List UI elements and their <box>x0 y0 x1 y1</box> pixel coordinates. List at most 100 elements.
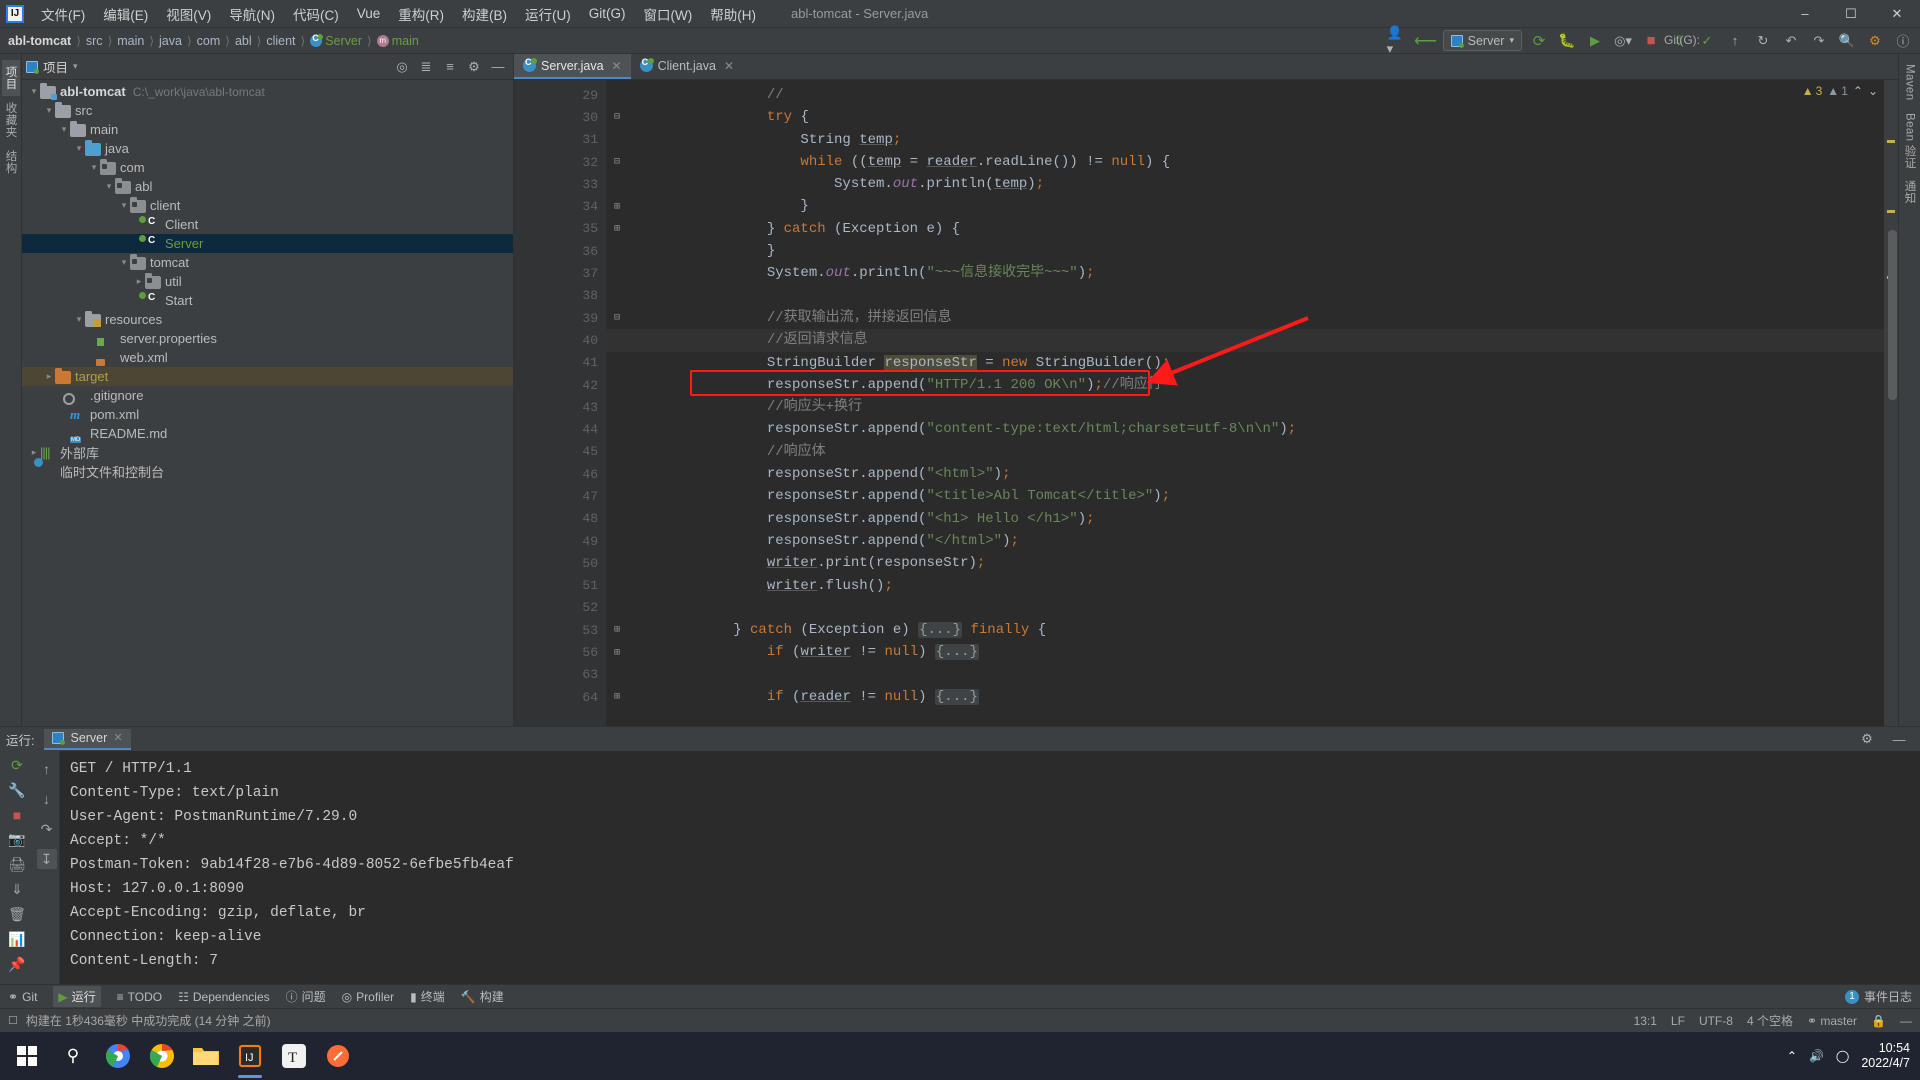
scroll-to-end-icon[interactable]: ↧ <box>36 849 57 869</box>
close-button[interactable]: ✕ <box>1874 0 1920 28</box>
weak-warning-badge[interactable]: ▲ 1 <box>1827 84 1848 98</box>
settings-wrench-icon[interactable]: 🔧 <box>7 782 27 799</box>
gutter-line[interactable]: 29 <box>514 84 606 106</box>
code-line[interactable]: } catch (Exception e) {...} finally { <box>606 619 1884 641</box>
tool-window-project[interactable]: 项目 <box>1 60 20 96</box>
gutter-line[interactable]: 53 ⊞ <box>514 619 620 641</box>
tree-item-java[interactable]: ▾ java <box>22 139 513 158</box>
user-avatar-icon[interactable]: 👤▾ <box>1387 25 1409 56</box>
chevron-right-icon[interactable]: ▸ <box>133 276 145 287</box>
tree-item-server.properties[interactable]: server.properties <box>22 329 513 348</box>
gutter-line[interactable]: 63 <box>514 664 606 686</box>
screenshot-icon[interactable]: 📷 <box>7 831 27 848</box>
breadcrumb-src[interactable]: src <box>86 34 103 48</box>
menu-item-build[interactable]: 构建(B) <box>453 0 516 28</box>
rerun-icon[interactable]: ⟳ <box>7 757 27 774</box>
menu-item-refactor[interactable]: 重构(R) <box>389 0 453 28</box>
tree-item-resources[interactable]: ▾ resources <box>22 310 513 329</box>
tree-item--[interactable]: ▸ |||| 外部库 <box>22 443 513 462</box>
console-scrollbar[interactable] <box>1907 751 1920 984</box>
taskbar-app-intellij-idea[interactable]: IJ <box>228 1032 272 1080</box>
chevron-right-icon[interactable]: ▸ <box>28 447 40 458</box>
scroll-down-icon[interactable]: ↓ <box>37 789 57 809</box>
code-line[interactable]: responseStr.append("<title>Abl Tomcat</t… <box>606 485 1884 507</box>
editor-marker-bar[interactable] <box>1884 80 1898 726</box>
tree-item-server[interactable]: Server <box>22 234 513 253</box>
windows-start-icon[interactable] <box>4 1032 50 1080</box>
stop-icon[interactable]: ■ <box>7 807 27 823</box>
warning-marker[interactable] <box>1887 140 1895 143</box>
breadcrumb-project[interactable]: abl-tomcat <box>8 34 71 48</box>
tree-item-abl[interactable]: ▾ abl <box>22 177 513 196</box>
chevron-down-icon[interactable]: ▾ <box>73 314 85 325</box>
network-icon[interactable]: ◯ <box>1836 1049 1849 1063</box>
chevron-down-icon[interactable]: ▾ <box>43 105 55 116</box>
tree-item-target[interactable]: ▸ target <box>22 367 513 386</box>
bottom-item-git[interactable]: ⚭ Git <box>8 990 37 1004</box>
hide-icon[interactable]: — <box>1900 1014 1912 1028</box>
chart-icon[interactable]: 📊 <box>7 931 27 948</box>
code-line[interactable]: //获取输出流，拼接返回信息 <box>606 307 1884 329</box>
menu-item-git[interactable]: Git(G) <box>580 2 635 25</box>
tree-item-com[interactable]: ▾ com <box>22 158 513 177</box>
tool-window-bean-validation[interactable]: Bean 验证 <box>1901 107 1919 175</box>
tree-item-client[interactable]: Client <box>22 215 513 234</box>
pin-icon[interactable]: 📌 <box>7 956 27 973</box>
gutter-line[interactable]: 48 <box>514 508 606 530</box>
hide-icon[interactable]: — <box>487 57 509 77</box>
menu-item-help[interactable]: 帮助(H) <box>701 0 765 28</box>
tool-window-maven[interactable]: Maven <box>1903 58 1917 107</box>
gutter-line[interactable]: 47 <box>514 485 606 507</box>
code-line[interactable] <box>606 597 1884 619</box>
soft-wrap-icon[interactable]: ↷ <box>37 819 57 839</box>
breadcrumb-abl[interactable]: abl <box>235 34 252 48</box>
inspection-widget[interactable]: ▲ 3 ▲ 1 ⌃ ⌄ <box>1802 84 1878 98</box>
minimize-button[interactable]: – <box>1782 0 1828 28</box>
tree-item-src[interactable]: ▾ src <box>22 101 513 120</box>
gutter-line[interactable]: 64 ⊞ <box>514 686 620 708</box>
tree-item-pom.xml[interactable]: m pom.xml <box>22 405 513 424</box>
gutter-line[interactable]: 34 ⊞ <box>514 195 620 217</box>
gutter-line[interactable]: 42 <box>514 374 606 396</box>
close-icon[interactable]: ✕ <box>724 59 734 73</box>
search-icon[interactable]: ⚲ <box>50 1032 96 1080</box>
bottom-item-profiler[interactable]: ◎ Profiler <box>342 990 395 1004</box>
gutter-line[interactable]: 46 <box>514 463 606 485</box>
volume-icon[interactable]: 🔊 <box>1809 1049 1824 1063</box>
tool-window-structure[interactable]: 结构 <box>2 144 20 180</box>
indent-setting[interactable]: 4 个空格 <box>1747 1012 1793 1029</box>
code-line[interactable]: writer.flush(); <box>606 575 1884 597</box>
code-content[interactable]: // try { String temp; while ((temp = rea… <box>606 80 1884 726</box>
gutter-line[interactable]: 43 <box>514 396 606 418</box>
tree-item-tomcat[interactable]: ▾ tomcat <box>22 253 513 272</box>
file-encoding[interactable]: UTF-8 <box>1699 1014 1733 1028</box>
breadcrumb-com[interactable]: com <box>197 34 221 48</box>
editor-scrollbar[interactable] <box>1888 230 1897 400</box>
tree-item-client[interactable]: ▾ client <box>22 196 513 215</box>
tree-item-abl-tomcat[interactable]: ▾ abl-tomcat C:\_work\java\abl-tomcat <box>22 82 513 101</box>
tree-item-readme.md[interactable]: README.md <box>22 424 513 443</box>
gutter-line[interactable]: 52 <box>514 597 606 619</box>
tree-item-main[interactable]: ▾ main <box>22 120 513 139</box>
project-panel-title[interactable]: 项目 ▾ <box>26 57 78 76</box>
gutter-line[interactable]: 40⊞ <box>514 329 620 351</box>
tool-window-notifications[interactable]: 通知 <box>1901 174 1919 210</box>
run-tab-server[interactable]: Server ✕ <box>44 728 131 750</box>
menu-item-vue[interactable]: Vue <box>348 2 390 25</box>
chevron-down-icon[interactable]: ▾ <box>58 124 70 135</box>
warning-marker[interactable] <box>1887 210 1895 213</box>
code-line[interactable]: if (reader != null) {...} <box>606 686 1884 708</box>
export-icon[interactable]: ⇓ <box>7 881 27 898</box>
code-editor[interactable]: 2930⊟3132⊟3334⊞35⊞36373839⊟40⊞4142434445… <box>514 80 1898 726</box>
code-line[interactable]: while ((temp = reader.readLine()) != nul… <box>606 151 1884 173</box>
gutter-line[interactable]: 39 ⊟ <box>514 307 620 329</box>
gutter-line[interactable]: 33 <box>514 173 606 195</box>
gutter-line[interactable]: 30 ⊟ <box>514 106 620 128</box>
expand-all-icon[interactable]: ≣ <box>415 57 437 77</box>
menu-item-run[interactable]: 运行(U) <box>516 0 580 28</box>
gutter-line[interactable]: 50 <box>514 552 606 574</box>
line-separator[interactable]: LF <box>1671 1014 1685 1028</box>
debug-icon[interactable]: 🐛 <box>1556 31 1578 51</box>
caret-position[interactable]: 13:1 <box>1634 1014 1657 1028</box>
taskbar-app-postman[interactable] <box>316 1032 360 1080</box>
